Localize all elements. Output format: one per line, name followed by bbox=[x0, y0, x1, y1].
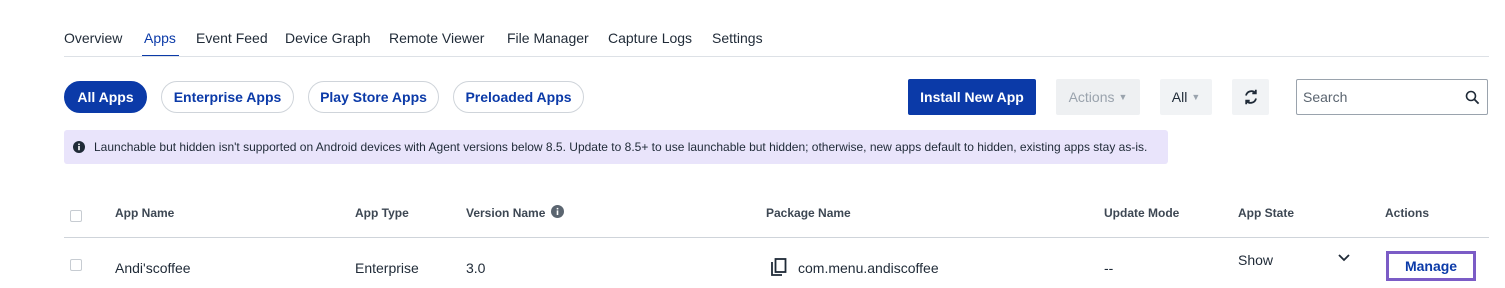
column-header-update-mode[interactable]: Update Mode bbox=[1104, 206, 1179, 220]
version-info-icon[interactable] bbox=[551, 205, 564, 218]
app-name-cell: Andi'scoffee bbox=[115, 260, 191, 276]
column-header-actions: Actions bbox=[1385, 206, 1430, 220]
tab-capture-logs[interactable]: Capture Logs bbox=[608, 30, 692, 46]
refresh-icon bbox=[1244, 89, 1257, 105]
info-icon bbox=[73, 141, 85, 153]
info-banner: Launchable but hidden isn't supported on… bbox=[64, 130, 1168, 164]
filter-play-store-apps[interactable]: Play Store Apps bbox=[308, 81, 439, 113]
filter-enterprise-apps[interactable]: Enterprise Apps bbox=[161, 81, 294, 113]
tab-settings[interactable]: Settings bbox=[712, 30, 763, 46]
tab-overview[interactable]: Overview bbox=[64, 30, 122, 46]
copy-icon[interactable] bbox=[770, 258, 788, 277]
app-state-select[interactable]: Show bbox=[1238, 250, 1358, 270]
state-filter-dropdown[interactable]: All ▼ bbox=[1160, 79, 1212, 115]
column-header-app-state[interactable]: App State bbox=[1238, 206, 1294, 220]
app-type-cell: Enterprise bbox=[355, 260, 419, 276]
tab-device-graph[interactable]: Device Graph bbox=[285, 30, 371, 46]
tab-file-manager[interactable]: File Manager bbox=[507, 30, 589, 46]
tabs-divider bbox=[64, 56, 1489, 57]
table-header-divider bbox=[64, 237, 1489, 238]
search-input[interactable] bbox=[1303, 80, 1453, 114]
search-box bbox=[1296, 79, 1488, 115]
column-header-package-name[interactable]: Package Name bbox=[766, 206, 851, 220]
install-new-app-button[interactable]: Install New App bbox=[908, 79, 1036, 115]
search-icon[interactable] bbox=[1465, 90, 1480, 105]
tab-apps[interactable]: Apps bbox=[144, 30, 176, 46]
state-filter-value: All bbox=[1171, 89, 1188, 105]
column-header-version-name[interactable]: Version Name bbox=[466, 206, 545, 220]
app-state-value: Show bbox=[1238, 252, 1274, 268]
actions-dropdown-label: Actions bbox=[1068, 89, 1115, 105]
column-header-app-name[interactable]: App Name bbox=[115, 206, 174, 220]
refresh-button[interactable] bbox=[1232, 79, 1269, 115]
manage-button[interactable]: Manage bbox=[1386, 251, 1476, 281]
row-checkbox[interactable] bbox=[70, 259, 82, 271]
version-name-cell: 3.0 bbox=[466, 260, 486, 276]
banner-message: Launchable but hidden isn't supported on… bbox=[94, 140, 1148, 154]
chevron-down-icon bbox=[1338, 254, 1350, 262]
tab-event-feed[interactable]: Event Feed bbox=[196, 30, 268, 46]
tab-remote-viewer[interactable]: Remote Viewer bbox=[389, 30, 484, 46]
actions-dropdown[interactable]: Actions ▼ bbox=[1056, 79, 1140, 115]
caret-down-icon: ▼ bbox=[1191, 92, 1201, 102]
filter-preloaded-apps[interactable]: Preloaded Apps bbox=[453, 81, 584, 113]
column-header-app-type[interactable]: App Type bbox=[355, 206, 409, 220]
update-mode-cell: -- bbox=[1104, 260, 1114, 276]
caret-down-icon: ▼ bbox=[1118, 92, 1128, 102]
select-all-checkbox[interactable] bbox=[70, 210, 82, 222]
filter-all-apps[interactable]: All Apps bbox=[64, 81, 147, 113]
package-name-cell: com.menu.andiscoffee bbox=[798, 260, 939, 276]
